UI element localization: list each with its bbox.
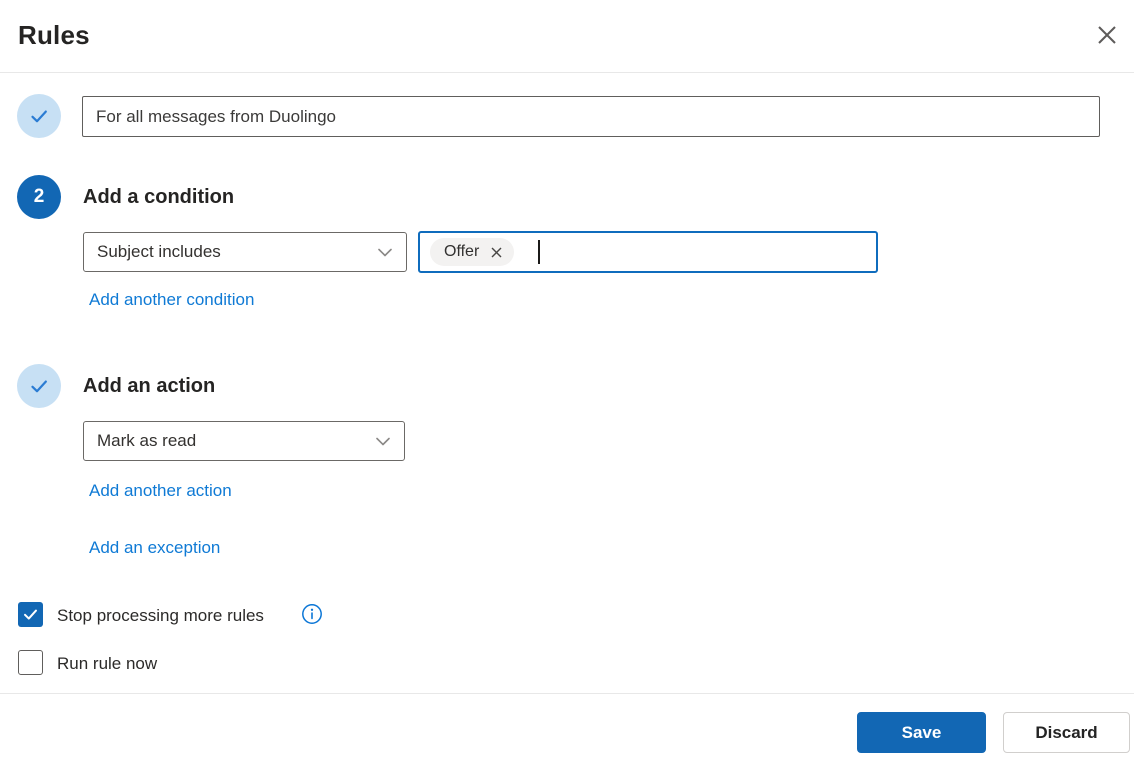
stop-processing-label: Stop processing more rules — [57, 606, 264, 625]
action-type-selected: Mark as read — [97, 431, 197, 450]
chevron-down-icon — [376, 243, 394, 261]
add-another-condition-link[interactable]: Add another condition — [89, 290, 254, 310]
chip-label: Offer — [444, 243, 480, 260]
step-2-number: 2 — [33, 186, 45, 207]
header-divider — [0, 72, 1134, 73]
checkbox-check-icon — [22, 606, 39, 623]
info-button[interactable] — [301, 603, 323, 625]
condition-value-chip: Offer — [430, 238, 515, 266]
footer-divider — [0, 693, 1134, 694]
close-icon — [1094, 22, 1120, 48]
close-button[interactable] — [1092, 20, 1122, 50]
text-cursor — [538, 240, 541, 264]
step-1-complete-indicator — [17, 94, 61, 138]
chevron-down-icon — [374, 432, 392, 450]
condition-value-input[interactable]: Offer — [418, 231, 878, 273]
add-another-action-link[interactable]: Add another action — [89, 481, 232, 501]
condition-type-dropdown[interactable]: Subject includes — [83, 232, 407, 272]
stop-processing-checkbox[interactable] — [18, 602, 43, 627]
checkmark-icon — [27, 374, 51, 398]
add-an-exception-link[interactable]: Add an exception — [89, 538, 220, 558]
save-button[interactable]: Save — [857, 712, 986, 753]
chip-dismiss-icon[interactable] — [490, 246, 503, 259]
checkmark-icon — [27, 104, 51, 128]
rule-name-input[interactable] — [82, 96, 1100, 137]
run-rule-now-label: Run rule now — [57, 654, 158, 673]
step-2-indicator: 2 — [17, 175, 61, 219]
condition-type-selected: Subject includes — [97, 242, 221, 261]
discard-button[interactable]: Discard — [1003, 712, 1130, 753]
info-icon — [301, 603, 323, 625]
condition-heading: Add a condition — [83, 186, 235, 208]
run-rule-now-checkbox[interactable] — [18, 650, 43, 675]
action-heading: Add an action — [83, 375, 216, 397]
action-type-dropdown[interactable]: Mark as read — [83, 421, 405, 461]
step-3-complete-indicator — [17, 364, 61, 408]
dialog-title: Rules — [18, 20, 90, 50]
